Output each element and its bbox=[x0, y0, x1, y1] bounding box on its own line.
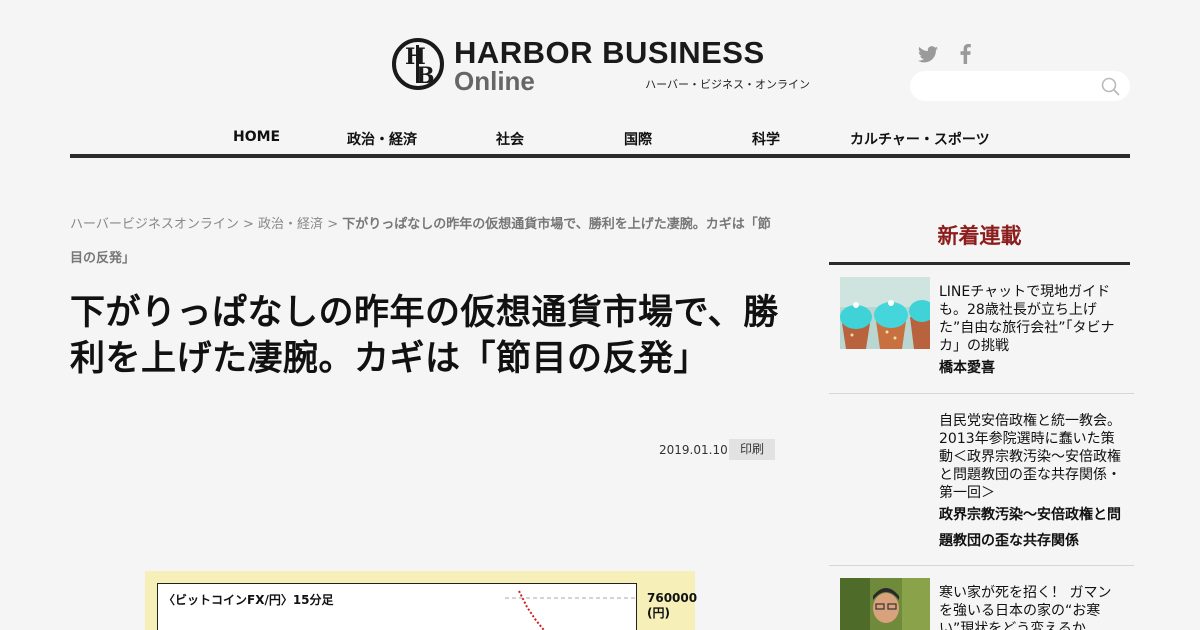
sidebar-item-title[interactable]: 寒い家が死を招く！ ガマンを強いる日本の家の“お寒い”現状をどう変えるか bbox=[939, 584, 1124, 630]
sidebar-item-title[interactable]: 自民党安倍政権と統一教会。2013年参院選時に蠢いた策動＜政界宗教汚染〜安倍政権… bbox=[939, 412, 1124, 502]
chart-ytick-unit: (円) bbox=[647, 606, 670, 620]
sidebar-item[interactable]: LINEチャットで現地ガイドも。28歳社長が立ち上げた”自由な旅行会社”「タビナ… bbox=[829, 265, 1134, 394]
sidebar-thumbnail[interactable] bbox=[840, 578, 930, 630]
logo-kana: ハーバー・ビジネス・オンライン bbox=[645, 78, 810, 91]
sidebar-heading: 新着連載 bbox=[829, 212, 1130, 265]
breadcrumb-separator: > bbox=[323, 217, 343, 232]
nav-item-culture-sports[interactable]: カルチャー・スポーツ bbox=[850, 129, 990, 149]
site-logo[interactable]: HB HARBOR BUSINESS Online ハーバー・ビジネス・オンライ… bbox=[392, 35, 810, 96]
article-image: 〈ビットコインFX/円〉15分足 760000 (円) bbox=[145, 571, 697, 630]
chart-ytick: 760000 (円) bbox=[647, 591, 697, 621]
article-title: 下がりっぱなしの昨年の仮想通貨市場で、勝利を上げた凄腕。カギは「節目の反発」 bbox=[70, 293, 779, 379]
sidebar-item-author[interactable]: 政界宗教汚染〜安倍政権と問題教団の歪な共存関係 bbox=[939, 502, 1124, 554]
page: HB HARBOR BUSINESS Online ハーバー・ビジネス・オンライ… bbox=[0, 0, 1200, 630]
search-box bbox=[910, 71, 1130, 101]
nav-item-science[interactable]: 科学 bbox=[752, 129, 780, 149]
nav-item-society[interactable]: 社会 bbox=[496, 129, 524, 149]
breadcrumb-separator: > bbox=[238, 217, 259, 232]
main-nav: HOME 政治・経済 社会 国際 科学 カルチャー・スポーツ bbox=[70, 122, 1130, 158]
breadcrumb: ハーバービジネスオンライン > 政治・経済 > 下がりっぱなしの昨年の仮想通貨市… bbox=[70, 208, 780, 276]
sidebar-item-author[interactable]: 橋本愛喜 bbox=[939, 355, 1124, 381]
print-button[interactable]: 印刷 bbox=[729, 439, 775, 460]
breadcrumb-category[interactable]: 政治・経済 bbox=[258, 217, 323, 232]
twitter-icon[interactable] bbox=[918, 45, 938, 63]
breadcrumb-home[interactable]: ハーバービジネスオンライン bbox=[70, 217, 239, 232]
chart-price-line bbox=[505, 590, 635, 630]
sidebar-item[interactable]: 寒い家が死を招く！ ガマンを強いる日本の家の“お寒い”現状をどう変えるか bbox=[829, 566, 1134, 630]
sidebar-thumbnail[interactable] bbox=[840, 277, 930, 349]
sidebar-heading-text: 新着連載 bbox=[937, 224, 1022, 248]
logo-title: HARBOR BUSINESS bbox=[454, 35, 765, 70]
social-links bbox=[918, 44, 971, 64]
nav-item-politics-economy[interactable]: 政治・経済 bbox=[347, 129, 417, 149]
nav-item-home[interactable]: HOME bbox=[233, 129, 280, 145]
search-icon[interactable] bbox=[1101, 77, 1120, 100]
sidebar-item-title[interactable]: LINEチャットで現地ガイドも。28歳社長が立ち上げた”自由な旅行会社”「タビナ… bbox=[939, 283, 1124, 355]
chart-caption: 〈ビットコインFX/円〉15分足 bbox=[163, 593, 334, 607]
facebook-icon[interactable] bbox=[960, 44, 971, 64]
search-input[interactable] bbox=[910, 71, 1090, 101]
nav-item-international[interactable]: 国際 bbox=[624, 129, 652, 149]
logo-online: Online bbox=[454, 66, 535, 96]
chart-ytick-value: 760000 bbox=[647, 591, 698, 605]
sidebar-item[interactable]: 自民党安倍政権と統一教会。2013年参院選時に蠢いた策動＜政界宗教汚染〜安倍政権… bbox=[829, 394, 1134, 566]
article-date: 2019.01.10 bbox=[659, 443, 728, 457]
logo-mark-icon: HB bbox=[392, 38, 444, 90]
